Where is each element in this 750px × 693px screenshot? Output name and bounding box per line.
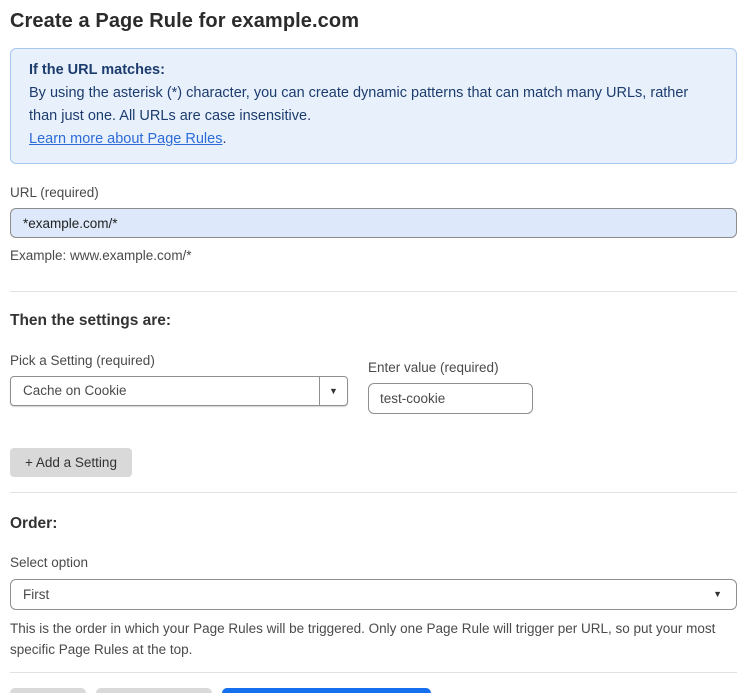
order-select[interactable]: First ▼ <box>10 579 737 610</box>
link-period: . <box>222 131 227 147</box>
info-box-body: By using the asterisk (*) character, you… <box>29 85 689 124</box>
save-and-deploy-button[interactable]: Save and Deploy Page Rule <box>221 688 432 693</box>
add-setting-button[interactable]: + Add a Setting <box>10 448 132 477</box>
setting-picker-selected-value: Cache on Cookie <box>23 383 127 398</box>
url-field-label: URL (required) <box>10 185 99 200</box>
divider <box>10 492 737 493</box>
setting-value-input[interactable] <box>368 383 533 414</box>
setting-picker-dropdown[interactable]: Cache on Cookie ▼ <box>10 376 348 406</box>
chevron-down-icon: ▼ <box>329 386 338 396</box>
divider <box>10 672 737 673</box>
setting-value-label: Enter value (required) <box>368 360 499 375</box>
page-title: Create a Page Rule for example.com <box>10 10 360 32</box>
setting-picker-arrow-button[interactable]: ▼ <box>319 377 347 405</box>
chevron-down-icon: ▼ <box>713 589 722 599</box>
setting-value-column: Enter value (required) <box>368 353 533 414</box>
order-section-heading: Order: <box>10 515 58 532</box>
settings-section-heading: Then the settings are: <box>10 312 172 329</box>
order-select-label: Select option <box>10 555 89 570</box>
order-selected-value: First <box>23 587 50 602</box>
setting-picker-column: Pick a Setting (required) Cache on Cooki… <box>10 353 348 406</box>
footer-actions: Cancel Save as Draft Save and Deploy Pag… <box>10 688 737 693</box>
save-as-draft-button[interactable]: Save as Draft <box>96 688 212 693</box>
url-example-helper: Example: www.example.com/* <box>10 248 192 263</box>
info-box-heading: If the URL matches: <box>29 62 165 78</box>
cancel-button[interactable]: Cancel <box>10 688 87 693</box>
settings-row: Pick a Setting (required) Cache on Cooki… <box>10 353 737 414</box>
info-box-link-line: Learn more about Page Rules. <box>29 128 718 151</box>
setting-picker-label: Pick a Setting (required) <box>10 353 155 368</box>
order-helper-text: This is the order in which your Page Rul… <box>10 621 716 657</box>
url-match-info-box: If the URL matches: By using the asteris… <box>10 48 737 164</box>
learn-more-link[interactable]: Learn more about Page Rules <box>29 131 222 147</box>
url-input[interactable] <box>10 208 737 238</box>
divider <box>10 291 737 292</box>
create-page-rule-form: Create a Page Rule for example.com If th… <box>0 0 750 693</box>
